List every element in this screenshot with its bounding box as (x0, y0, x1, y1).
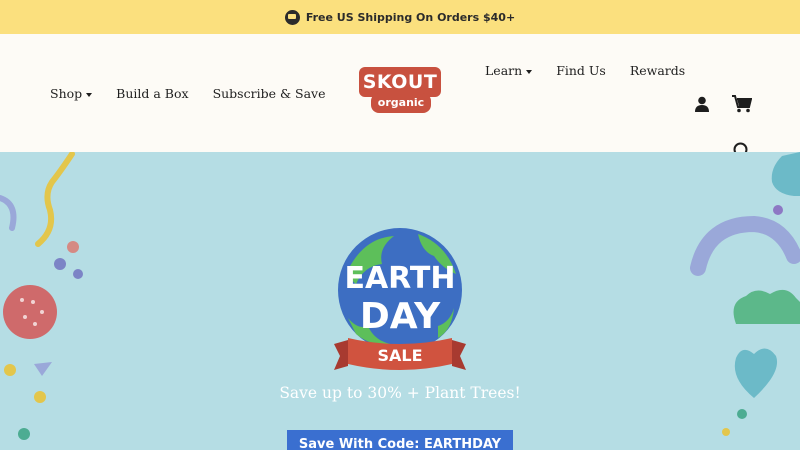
hero-tagline: Save up to 30% + Plant Trees! (279, 384, 521, 402)
skout-logo[interactable]: SKOUT organic (359, 67, 441, 119)
announcement-bar: Free US Shipping On Orders $40+ (0, 0, 800, 34)
primary-nav: Shop Build a Box Subscribe & Save (50, 86, 326, 101)
decorative-shapes-left (0, 152, 83, 440)
promo-code-button[interactable]: Save With Code: EARTHDAY (287, 430, 513, 450)
nav-shop[interactable]: Shop (50, 86, 93, 101)
user-icon[interactable] (694, 96, 710, 112)
nav-find-us[interactable]: Find Us (556, 63, 606, 78)
nav-rewards[interactable]: Rewards (630, 63, 685, 78)
badge-ribbon-text: SALE (377, 346, 422, 365)
nav-learn[interactable]: Learn (485, 63, 533, 78)
logo-subtitle: organic (371, 93, 431, 113)
earth-day-badge: EARTH DAY SALE (334, 228, 466, 370)
secondary-nav: Learn Find Us Rewards (485, 63, 685, 78)
hero-banner: EARTH DAY SALE Save up to 30% + Plant Tr… (0, 152, 800, 450)
nav-learn-label: Learn (485, 63, 523, 78)
chevron-down-icon (526, 69, 533, 74)
nav-subscribe-save[interactable]: Subscribe & Save (213, 86, 326, 101)
badge-word-day: DAY (360, 296, 441, 337)
decorative-shapes-right (690, 152, 800, 436)
site-header: Shop Build a Box Subscribe & Save SKOUT … (0, 34, 800, 160)
badge-word-earth: EARTH (344, 261, 455, 296)
truck-icon (284, 9, 300, 25)
cart-icon[interactable] (732, 95, 752, 113)
chevron-down-icon (86, 92, 93, 97)
nav-shop-label: Shop (50, 86, 83, 101)
nav-build-a-box[interactable]: Build a Box (116, 86, 188, 101)
announcement-text: Free US Shipping On Orders $40+ (305, 10, 516, 24)
